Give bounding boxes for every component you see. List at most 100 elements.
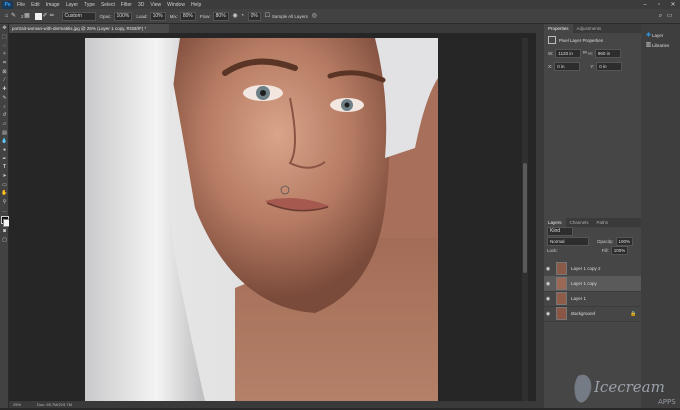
gradient-tool-icon[interactable]: ▤ <box>0 128 9 137</box>
visibility-eye-icon[interactable]: ◉ <box>544 311 552 317</box>
color-swatches[interactable] <box>0 215 11 228</box>
vertical-scrollbar[interactable] <box>522 38 528 401</box>
menu-edit[interactable]: Edit <box>31 2 40 8</box>
load-value[interactable]: 10% <box>149 11 166 21</box>
x-field[interactable]: 0 in <box>554 62 581 71</box>
menu-3d[interactable]: 3D <box>138 2 144 8</box>
height-field[interactable]: 960 in <box>594 49 621 58</box>
tab-adjustments[interactable]: Adjustments <box>573 24 606 33</box>
lock-label: Lock: <box>547 248 558 253</box>
libraries-icon: ▥ <box>645 41 652 48</box>
menu-file[interactable]: File <box>17 2 25 8</box>
panel-button-libraries-label: Libraries <box>652 42 670 48</box>
healing-brush-tool-icon[interactable]: ✚ <box>0 85 9 94</box>
eyedropper-tool-icon[interactable]: ⁄ <box>0 76 9 85</box>
marquee-tool-icon[interactable]: ⬚ <box>0 33 9 42</box>
close-icon[interactable]: ✕ <box>666 0 680 9</box>
panel-button-libraries[interactable]: ▥ Libraries <box>641 40 680 50</box>
panel-button-layer[interactable]: ◈ Layer <box>641 30 680 40</box>
brand-sub: APPS <box>658 398 676 406</box>
pen-tool-icon[interactable]: ✒ <box>0 154 9 163</box>
layer-name: Background <box>571 311 596 316</box>
angle-icon[interactable]: ◔ <box>239 13 246 20</box>
path-select-tool-icon[interactable]: ➤ <box>0 172 9 181</box>
menu-filter[interactable]: Filter <box>121 2 132 8</box>
move-tool-icon[interactable]: ✥ <box>0 24 9 33</box>
visibility-eye-icon[interactable]: ◉ <box>544 296 552 302</box>
layer-row[interactable]: ◉ Background 🔒 <box>544 306 641 322</box>
zoom-tool-icon[interactable]: ⚲ <box>0 198 9 207</box>
scrollbar-thumb[interactable] <box>523 163 527 273</box>
maximize-icon[interactable]: ▫ <box>652 0 666 9</box>
visibility-eye-icon[interactable]: ◉ <box>544 266 552 272</box>
workspace-icon[interactable]: ▭ <box>666 13 673 20</box>
visibility-eye-icon[interactable]: ◉ <box>544 281 552 287</box>
flow-value[interactable]: 80% <box>212 11 229 21</box>
frame-tool-icon[interactable]: ⊠ <box>0 67 9 76</box>
load-brush-icon[interactable]: ✐ <box>42 13 49 20</box>
link-icon[interactable]: ∞ <box>581 50 588 57</box>
layer-row[interactable]: ◉ Layer 1 <box>544 291 641 307</box>
y-field[interactable]: 0 in <box>596 62 623 71</box>
airbrush-icon[interactable]: ◉ <box>232 13 239 20</box>
tab-properties[interactable]: Properties <box>544 24 573 33</box>
menu-layer[interactable]: Layer <box>66 2 79 8</box>
mode-select[interactable]: Custom <box>61 11 96 21</box>
layer-row[interactable]: ◉ Layer 1 copy 2 <box>544 261 641 277</box>
eraser-tool-icon[interactable]: ▱ <box>0 120 9 129</box>
lasso-tool-icon[interactable]: ◌ <box>0 41 9 50</box>
menu-window[interactable]: Window <box>167 2 185 8</box>
crop-tool-icon[interactable]: ⌗ <box>0 59 9 68</box>
screen-mode-icon[interactable]: ▢ <box>0 236 9 245</box>
wet-value[interactable]: 100% <box>113 11 133 21</box>
layer-name: Layer 1 <box>571 296 587 301</box>
current-color-swatch[interactable] <box>34 12 42 20</box>
menu-view[interactable]: View <box>150 2 161 8</box>
layer-row-selected[interactable]: ◉ Layer 1 copy <box>544 276 641 292</box>
menu-image[interactable]: Image <box>46 2 60 8</box>
hand-tool-icon[interactable]: ✋ <box>0 189 9 198</box>
brand-watermark: Icecream APPS <box>570 370 680 408</box>
history-brush-tool-icon[interactable]: ↺ <box>0 111 9 120</box>
canvas-image[interactable] <box>85 38 438 401</box>
menu-select[interactable]: Select <box>101 2 115 8</box>
clean-brush-icon[interactable]: ✏ <box>49 13 56 20</box>
brush-tool-icon[interactable]: ✎ <box>10 13 17 20</box>
pressure-icon[interactable]: ◎ <box>311 13 318 20</box>
clone-stamp-tool-icon[interactable]: ♁ <box>0 102 9 111</box>
sample-checkbox[interactable]: ☐ <box>264 13 271 20</box>
brush-tool-icon-left[interactable]: ✎ <box>0 94 9 103</box>
dodge-tool-icon[interactable]: ● <box>0 146 9 155</box>
quick-mask-icon[interactable]: ◙ <box>0 227 9 236</box>
search-icon[interactable]: ⌕ <box>657 13 664 20</box>
layer-filter-kind[interactable]: Kind <box>547 227 573 236</box>
width-field[interactable]: 1120 in <box>555 49 582 58</box>
tab-paths[interactable]: Paths <box>593 218 613 227</box>
shape-tool-icon[interactable]: ▭ <box>0 180 9 189</box>
menu-type[interactable]: Type <box>84 2 95 8</box>
tab-layers[interactable]: Layers <box>544 218 566 227</box>
mix-value[interactable]: 80% <box>179 11 196 21</box>
minimize-icon[interactable]: – <box>638 0 652 9</box>
blur-tool-icon[interactable]: 💧 <box>0 137 9 146</box>
opacity-label: Opacity: <box>597 238 614 244</box>
brush-panel-icon[interactable]: ▦ <box>24 13 31 20</box>
document-tab[interactable]: portrait-woman-with-dermatitis.jpg @ 25%… <box>9 24 169 33</box>
height-label: H: <box>588 51 593 56</box>
home-icon[interactable]: ⌂ <box>3 13 10 20</box>
lock-icon[interactable]: 🔒 <box>630 311 636 317</box>
fill-field[interactable]: 100% <box>610 246 629 255</box>
zoom-level[interactable]: 25% <box>13 402 21 407</box>
layer-thumbnail <box>556 292 567 305</box>
opacity-field[interactable]: 100% <box>615 236 634 246</box>
blend-mode-select[interactable]: Normal <box>547 236 589 246</box>
menu-help[interactable]: Help <box>191 2 201 8</box>
smoothing-value[interactable]: 0% <box>247 11 261 21</box>
type-tool-icon[interactable]: T <box>0 163 9 172</box>
layer-thumbnail <box>556 307 567 320</box>
flow-label: Flow: <box>199 13 211 19</box>
more-tools-icon[interactable]: … <box>0 206 9 215</box>
quick-select-tool-icon[interactable]: ✧ <box>0 50 9 59</box>
app-logo: Ps <box>2 0 13 9</box>
tab-channels[interactable]: Channels <box>566 218 593 227</box>
